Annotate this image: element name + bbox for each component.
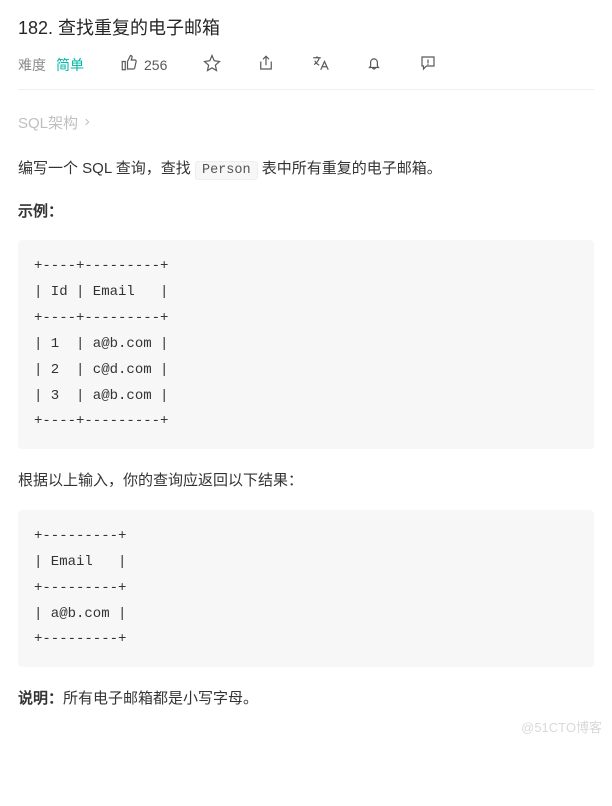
comment-icon [419,54,437,75]
translate-icon [311,54,329,75]
result-text: 根据以上输入，你的查询应返回以下结果： [18,467,594,496]
translate-button[interactable] [311,54,329,75]
intro-paragraph: 编写一个 SQL 查询，查找 Person 表中所有重复的电子邮箱。 [18,155,594,184]
note-label: 说明： [18,690,63,707]
sql-schema-link[interactable]: SQL架构 [18,112,92,133]
table-name-code: Person [195,161,258,180]
example-label: 示例： [18,198,594,227]
star-icon [203,54,221,75]
sql-schema-label: SQL架构 [18,112,78,133]
intro-text-after: 表中所有重复的电子邮箱。 [258,160,442,177]
feedback-button[interactable] [419,54,437,75]
meta-row: 难度简单 256 [18,54,594,90]
share-button[interactable] [257,54,275,75]
note-text: 所有电子邮箱都是小写字母。 [63,690,258,707]
example-table-block: +----+---------+ | Id | Email | +----+--… [18,240,594,449]
difficulty: 难度简单 [18,55,84,75]
note-paragraph: 说明：所有电子邮箱都是小写字母。 [18,685,594,714]
problem-title: 182. 查找重复的电子邮箱 [18,14,594,40]
bell-icon [365,54,383,75]
problem-content: 编写一个 SQL 查询，查找 Person 表中所有重复的电子邮箱。 示例： +… [18,155,594,714]
difficulty-label: 难度 [18,57,46,73]
difficulty-value: 简单 [56,57,84,73]
like-button[interactable]: 256 [120,54,167,75]
chevron-right-icon [82,114,92,131]
favorite-button[interactable] [203,54,221,75]
like-count: 256 [144,57,167,73]
thumbs-up-icon [120,54,138,75]
intro-text-before: 编写一个 SQL 查询，查找 [18,160,195,177]
watermark: @51CTO博客 [521,717,602,736]
share-icon [257,54,275,75]
result-table-block: +---------+ | Email | +---------+ | a@b.… [18,510,594,667]
notification-button[interactable] [365,54,383,75]
